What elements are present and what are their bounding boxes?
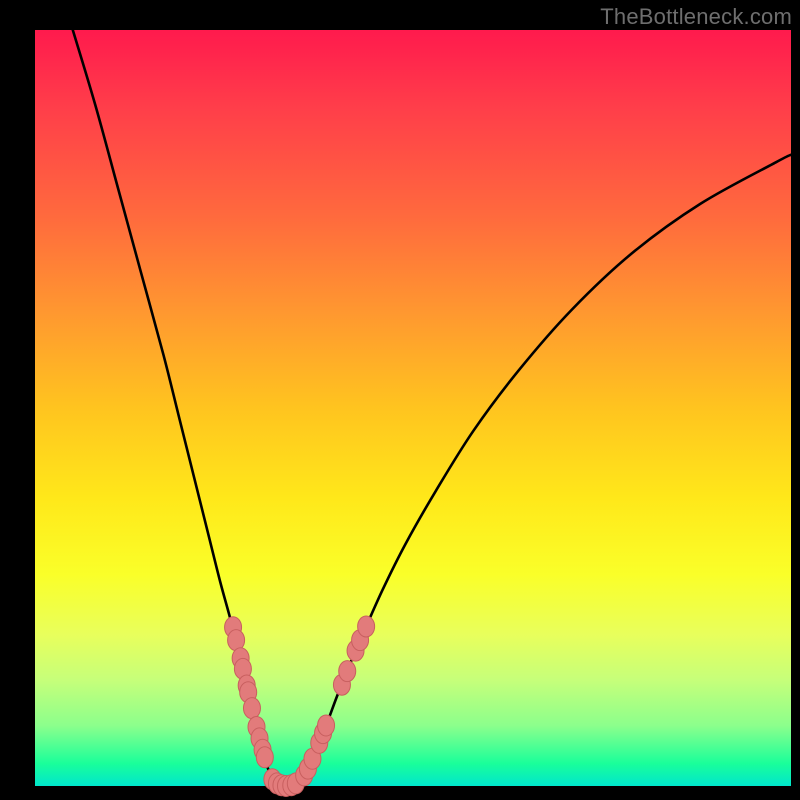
watermark-text: TheBottleneck.com [600,4,792,30]
plot-area [35,30,791,786]
outer-frame: TheBottleneck.com [0,0,800,800]
